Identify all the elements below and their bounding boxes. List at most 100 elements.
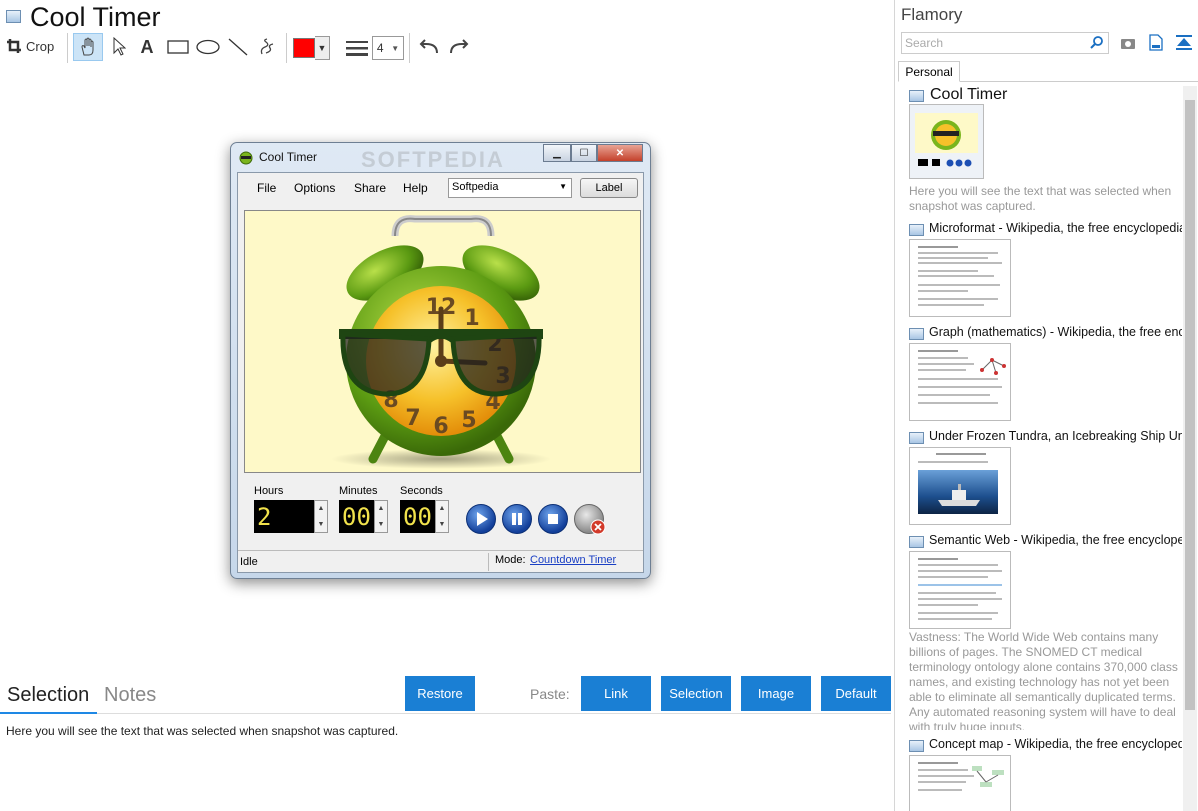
hand-tool-button[interactable] — [73, 33, 103, 61]
paste-link-button[interactable]: Link — [581, 676, 651, 711]
page-title: Cool Timer — [30, 2, 161, 32]
search-input[interactable]: Search — [901, 32, 1109, 54]
camera-icon[interactable] — [1120, 36, 1136, 50]
clock-numeral: 1 — [464, 306, 479, 331]
list-item-thumbnail[interactable] — [909, 755, 1011, 811]
line-width-select[interactable]: 4 ▼ — [372, 35, 404, 61]
list-item-title[interactable]: Concept map - Wikipedia, the free encycl… — [929, 737, 1182, 751]
ship-photo — [918, 470, 998, 514]
freehand-tool-button[interactable] — [256, 34, 280, 60]
close-button[interactable]: ✕ — [597, 144, 643, 162]
list-item-thumbnail[interactable] — [909, 104, 984, 179]
list-item-title[interactable]: Cool Timer — [930, 86, 1007, 104]
list-item-thumbnail[interactable] — [909, 447, 1011, 525]
document-icon[interactable] — [1149, 34, 1163, 51]
thumbnail-line — [918, 604, 978, 606]
list-item-description: Here you will see the text that was sele… — [909, 184, 1172, 213]
tab-divider — [960, 81, 1198, 82]
rectangle-icon — [167, 40, 189, 54]
thumbnail-line — [936, 453, 986, 455]
thumbnail-line — [918, 558, 958, 560]
list-item-title[interactable]: Microformat - Wikipedia, the free encycl… — [929, 221, 1182, 235]
profile-combo[interactable]: Softpedia ▼ — [448, 178, 572, 198]
ellipse-icon — [196, 39, 220, 55]
line-icon — [228, 38, 248, 56]
label-button[interactable]: Label — [580, 178, 638, 198]
menu-share[interactable]: Share — [354, 181, 386, 195]
toolbar-divider — [286, 33, 287, 63]
chevron-down-icon: ▼ — [315, 36, 330, 60]
list-item-title[interactable]: Graph (mathematics) - Wikipedia, the fre… — [929, 325, 1182, 339]
rectangle-tool-button[interactable] — [164, 34, 192, 60]
thumbnail-line — [918, 570, 1002, 572]
list-item-title[interactable]: Semantic Web - Wikipedia, the free encyc… — [929, 533, 1182, 547]
paste-image-button[interactable]: Image — [741, 676, 811, 711]
hours-label: Hours — [254, 485, 284, 497]
minutes-input[interactable]: 00 — [339, 500, 374, 533]
thumbnail-line — [918, 394, 990, 396]
hours-spinner[interactable]: ▲ ▼ — [314, 500, 328, 533]
reset-button[interactable] — [574, 504, 606, 535]
menu-file[interactable]: File — [257, 181, 276, 195]
clock-numeral: 6 — [433, 414, 448, 439]
thumbnail-image — [910, 105, 983, 178]
thumbnail-line — [918, 357, 968, 359]
list-item-title[interactable]: Under Frozen Tundra, an Icebreaking Ship… — [929, 429, 1182, 443]
snapshot-icon — [909, 90, 924, 102]
select-tool-button[interactable] — [108, 34, 130, 60]
selection-text[interactable]: Here you will see the text that was sele… — [6, 724, 398, 738]
minimize-button[interactable]: ▁ — [543, 144, 571, 162]
maximize-button[interactable]: ☐ — [571, 144, 597, 162]
list-item-thumbnail[interactable] — [909, 239, 1011, 317]
restore-button[interactable]: Restore — [405, 676, 475, 711]
line-style-button[interactable] — [344, 35, 370, 61]
main-area: Cool Timer Crop A ▼ 4 ▼ Cool Timer SOFTP… — [0, 0, 895, 811]
tab-personal[interactable]: Personal — [898, 61, 960, 82]
thumbnail-line — [918, 592, 996, 594]
menu-options[interactable]: Options — [294, 181, 335, 195]
ship-icon — [938, 484, 980, 506]
tab-notes[interactable]: Notes — [104, 684, 156, 707]
thumbnail-line — [918, 775, 974, 777]
hours-input[interactable]: 2 — [254, 500, 314, 533]
hand-icon — [81, 37, 94, 56]
snapshot-image: Cool Timer SOFTPEDIA ▁ ☐ ✕ File Options … — [230, 142, 651, 579]
undo-button[interactable] — [416, 34, 442, 60]
line-tool-button[interactable] — [226, 34, 250, 60]
play-button[interactable] — [466, 504, 496, 534]
profile-combo-value: Softpedia — [452, 181, 499, 193]
mode-link[interactable]: Countdown Timer — [530, 554, 616, 566]
list-item-thumbnail[interactable] — [909, 551, 1011, 629]
seconds-input[interactable]: 00 — [400, 500, 435, 533]
thumbnail-line — [918, 789, 962, 791]
crop-button[interactable]: Crop — [6, 33, 54, 59]
text-tool-button[interactable]: A — [137, 34, 157, 60]
list-item-thumbnail[interactable] — [909, 343, 1011, 421]
concept-map-icon — [972, 766, 1004, 787]
paste-default-button[interactable]: Default — [821, 676, 891, 711]
search-icon[interactable] — [1090, 35, 1104, 49]
snapshot-list: Cool Timer Here you will see the text th… — [896, 86, 1182, 811]
stop-button[interactable] — [538, 504, 568, 534]
seconds-spinner[interactable]: ▲ ▼ — [435, 500, 449, 533]
seconds-label: Seconds — [400, 485, 443, 497]
menu-help[interactable]: Help — [403, 181, 428, 195]
redo-button[interactable] — [446, 34, 472, 60]
clock-illustration: 12 1 2 3 4 5 6 7 8 — [244, 210, 641, 473]
ellipse-tool-button[interactable] — [194, 34, 222, 60]
pause-button[interactable] — [502, 504, 532, 534]
scrollbar-thumb[interactable] — [1185, 100, 1195, 710]
paste-selection-button[interactable]: Selection — [661, 676, 731, 711]
pin-icon[interactable] — [1175, 34, 1193, 51]
minutes-label: Minutes — [339, 485, 378, 497]
color-picker[interactable]: ▼ — [293, 35, 330, 61]
line-width-icon — [346, 41, 368, 56]
tab-selection[interactable]: Selection — [7, 684, 89, 707]
freehand-icon — [260, 38, 274, 55]
thumbnail-line — [918, 584, 1002, 586]
chevron-down-icon: ▼ — [391, 43, 400, 53]
toolbar-divider — [409, 33, 410, 63]
pause-icon — [512, 513, 522, 525]
minutes-spinner[interactable]: ▲ ▼ — [374, 500, 388, 533]
clock-numeral: 5 — [461, 408, 476, 433]
